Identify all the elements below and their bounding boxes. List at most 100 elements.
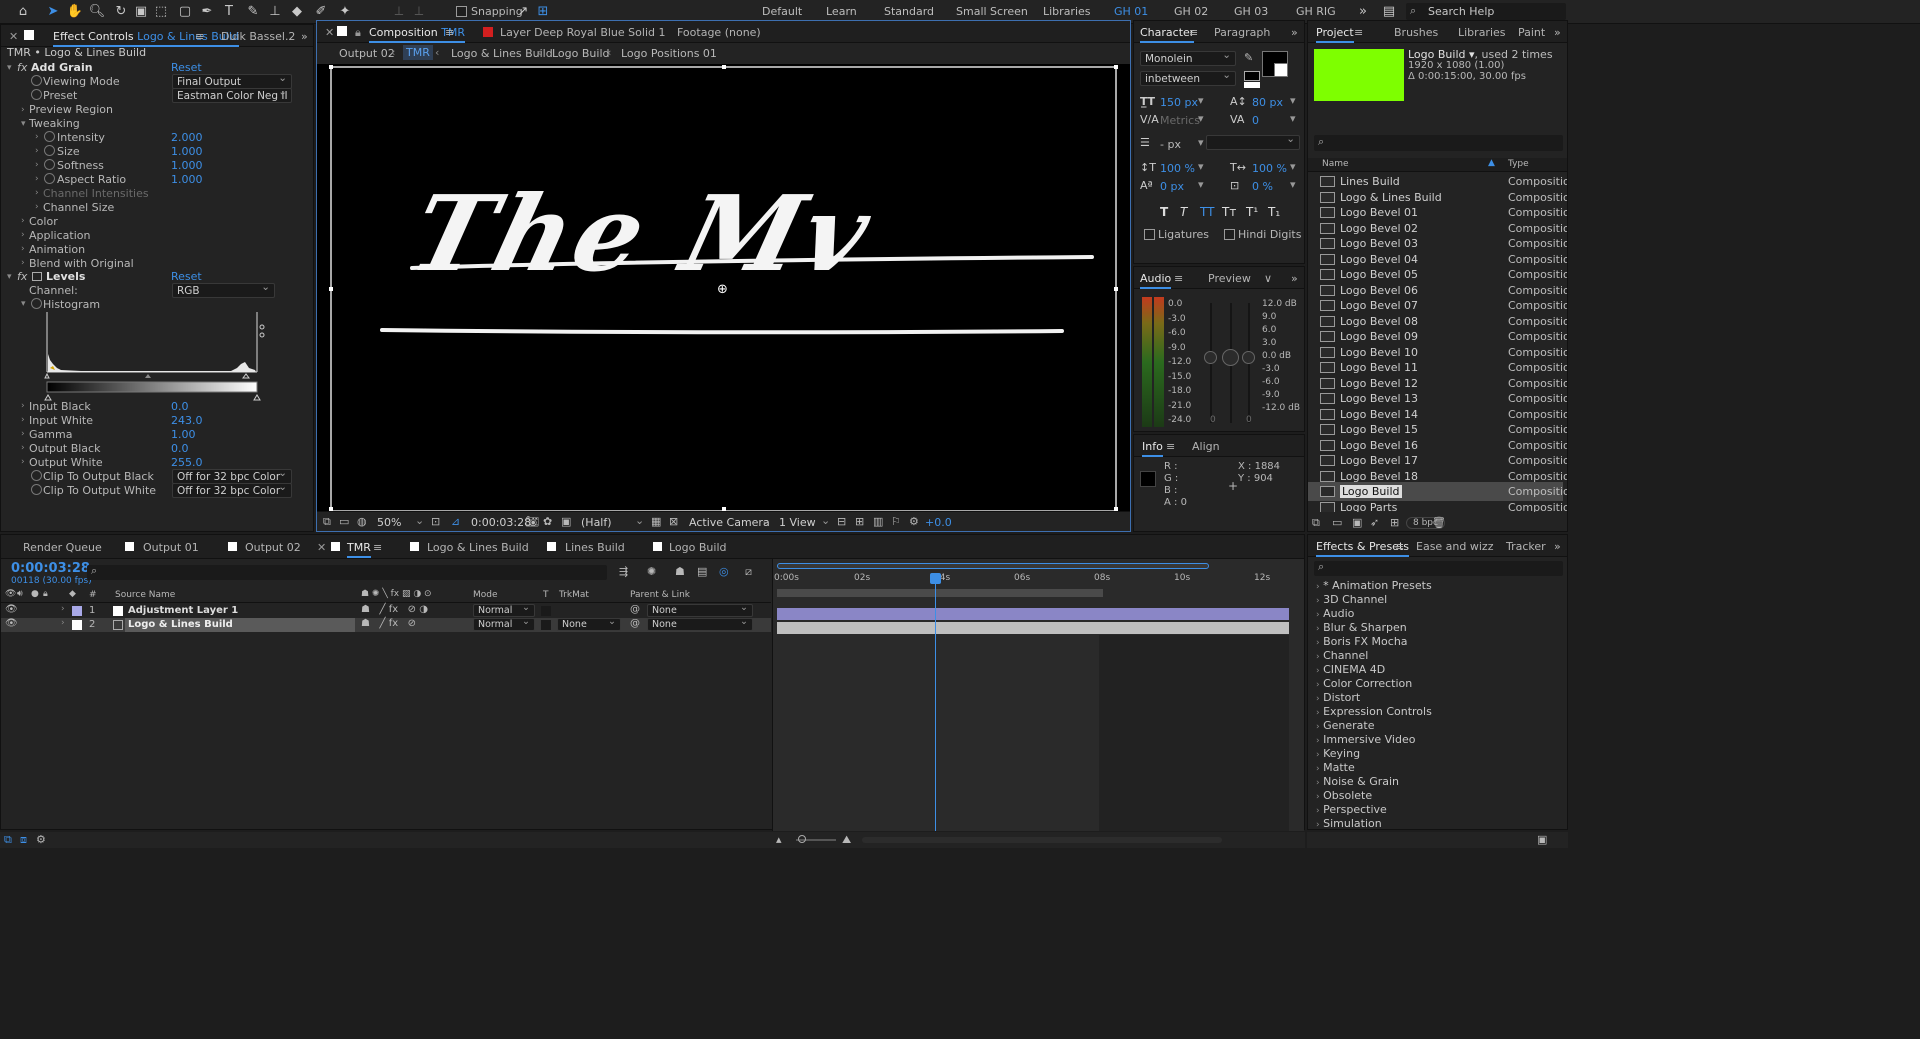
size-value[interactable]: 1.000 (171, 145, 203, 158)
effect-category[interactable]: › * Animation Presets (1316, 579, 1432, 592)
hindi-digits-checkbox[interactable] (1224, 229, 1235, 240)
panel-menu-icon[interactable]: ≡ (445, 26, 454, 39)
fx-icon[interactable]: fx (17, 61, 27, 74)
channel-select[interactable]: RGB (172, 283, 275, 298)
faux-italic-button[interactable]: T (1180, 205, 1187, 219)
current-time-display[interactable]: 0:00:03:28 (471, 516, 531, 529)
panel-overflow-icon[interactable]: » (301, 30, 308, 43)
expand-icon[interactable]: › (1316, 806, 1320, 816)
baseline-shift-value[interactable]: 0 px (1160, 180, 1184, 193)
expand-icon[interactable]: › (1316, 764, 1320, 774)
kerning-value[interactable]: Metrics (1160, 114, 1200, 127)
leading-dropdown-icon[interactable]: ▾ (1290, 94, 1296, 107)
frame-blending-icon[interactable]: ▤ (697, 565, 707, 578)
visibility-eye-icon[interactable]: 👁︎ (5, 604, 18, 615)
layer-parent-select[interactable]: None (647, 604, 753, 617)
tab-layer[interactable]: Layer Deep Royal Blue Solid 1 (500, 26, 665, 39)
stroke-style-select[interactable] (1206, 135, 1300, 150)
all-caps-button[interactable]: TT (1200, 205, 1214, 219)
tab-overflow-icon[interactable]: ∨ (1264, 272, 1272, 285)
label-header-icon[interactable]: ◆ (69, 589, 76, 599)
zoom-in-icon[interactable]: ⛰ (842, 833, 851, 847)
tab-lines-build[interactable]: Lines Build (565, 541, 625, 554)
close-tab-icon[interactable]: ✕ (325, 26, 334, 39)
tab-output02[interactable]: Output 02 (245, 541, 301, 554)
tab-logo-build[interactable]: Logo Build (669, 541, 727, 554)
home-icon[interactable]: ⌂ (14, 3, 32, 21)
panel-overflow-icon[interactable]: » (1291, 272, 1298, 285)
comp-viewer[interactable]: The Mv ⊕ (317, 64, 1130, 511)
project-settings-icon[interactable]: ⊞ (1390, 516, 1399, 529)
output-black-value[interactable]: 0.0 (171, 442, 189, 455)
stopwatch-icon[interactable] (31, 75, 42, 86)
workspace-gh02[interactable]: GH 02 (1174, 5, 1208, 18)
show-snapshot-icon[interactable]: ✿ (543, 515, 552, 528)
zoom-tool-icon[interactable]: 🔍︎ (88, 3, 106, 21)
expand-icon[interactable]: › (35, 202, 39, 212)
effect-category[interactable]: › Immersive Video (1316, 733, 1415, 746)
gamma-value[interactable]: 1.00 (171, 428, 196, 441)
tab-character[interactable]: Character (1140, 26, 1195, 43)
layer-label-color[interactable] (72, 620, 82, 630)
black-swatch[interactable] (1244, 71, 1260, 81)
time-ruler[interactable]: 0:00s 02s 04s 06s 08s 10s 12s (773, 573, 1293, 587)
hand-tool-icon[interactable]: ✋ (66, 3, 84, 21)
tab-tracker[interactable]: Tracker (1506, 540, 1546, 553)
levels-name[interactable]: Levels (46, 270, 85, 283)
render-time-icon[interactable]: ⚙ (36, 833, 46, 846)
effect-category[interactable]: › Generate (1316, 719, 1374, 732)
channel-intensities-group[interactable]: Channel Intensities (43, 187, 149, 200)
effect-category[interactable]: › Expression Controls (1316, 705, 1432, 718)
delete-icon[interactable]: 🗑︎ (1432, 516, 1446, 529)
views-dropdown-icon[interactable]: ⌄ (821, 514, 830, 527)
stopwatch-icon[interactable] (44, 131, 55, 142)
expand-icon[interactable]: › (21, 230, 25, 240)
expand-icon[interactable]: › (21, 429, 25, 439)
font-size-value[interactable]: 150 px (1160, 96, 1198, 109)
current-time-indicator[interactable] (935, 573, 936, 831)
effect-category[interactable]: › CINEMA 4D (1316, 663, 1385, 676)
panel-overflow-icon[interactable]: » (1554, 540, 1561, 553)
effect-category[interactable]: › Noise & Grain (1316, 775, 1399, 788)
effect-category[interactable]: › Distort (1316, 691, 1360, 704)
camera-select[interactable]: Active Camera (689, 516, 770, 529)
channel-size-group[interactable]: Channel Size (43, 201, 114, 214)
zoom-slider-handle[interactable] (798, 835, 806, 843)
subscript-button[interactable]: T₁ (1268, 205, 1280, 219)
expand-icon[interactable]: › (1316, 582, 1320, 592)
add-grain-reset[interactable]: Reset (171, 61, 202, 74)
input-white-value[interactable]: 243.0 (171, 414, 203, 427)
stopwatch-icon[interactable] (31, 484, 42, 495)
toggle-pixel-aspect-icon[interactable]: ⊟ (837, 515, 846, 528)
channel-icon[interactable]: ▣ (561, 515, 571, 528)
effect-category[interactable]: › Perspective (1316, 803, 1387, 816)
expand-icon[interactable]: › (1316, 596, 1320, 606)
stopwatch-icon[interactable] (44, 145, 55, 156)
effect-category[interactable]: › Obsolete (1316, 789, 1372, 802)
tab-info[interactable]: Info (1142, 440, 1163, 457)
comp-mini-flowchart-icon[interactable]: ⇶ (619, 565, 628, 578)
selection-tool-icon[interactable]: ➤ (44, 3, 62, 21)
tab-audio[interactable]: Audio (1140, 272, 1172, 289)
fx-icon[interactable]: fx (17, 270, 27, 283)
add-grain-name[interactable]: Add Grain (31, 61, 93, 74)
panel-overflow-icon[interactable]: » (1291, 26, 1298, 39)
clip-output-black-select[interactable]: Off for 32 bpc Color (172, 469, 292, 484)
tab-render-queue[interactable]: Render Queue (23, 541, 102, 554)
workspace-learn[interactable]: Learn (826, 5, 857, 18)
tab-logo-lines-build[interactable]: Logo & Lines Build (427, 541, 529, 554)
rotate-tool-icon[interactable]: ↻ (112, 3, 130, 21)
vertical-scale-value[interactable]: 100 % (1160, 162, 1195, 175)
expand-icon[interactable]: ▾ (21, 119, 26, 129)
resolution-select[interactable]: (Half) (581, 516, 612, 529)
faux-bold-button[interactable]: T (1160, 205, 1168, 219)
video-visibility-header-icon[interactable]: 👁︎ (5, 589, 16, 599)
snap-arrow-icon[interactable]: ↗ (514, 3, 532, 21)
layer-label-color[interactable] (72, 606, 82, 616)
expand-layer-icon[interactable]: › (61, 604, 65, 614)
white-swatch[interactable] (1244, 82, 1260, 88)
expand-icon[interactable]: › (1316, 736, 1320, 746)
preserve-transparency-checkbox[interactable] (541, 620, 551, 630)
expand-icon[interactable]: › (35, 160, 39, 170)
expand-icon[interactable]: › (1316, 722, 1320, 732)
